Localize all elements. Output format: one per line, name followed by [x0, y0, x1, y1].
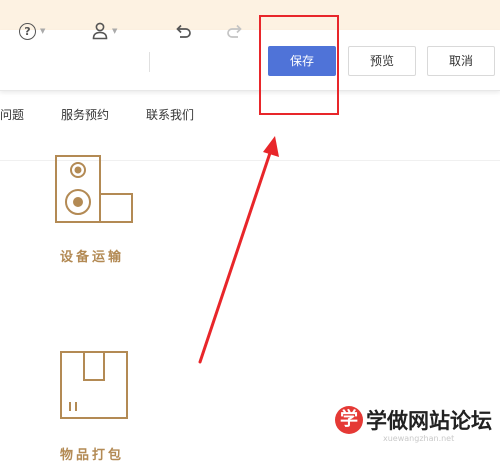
watermark: 学 学做网站论坛: [335, 402, 492, 438]
annotation-arrow: [198, 136, 279, 364]
watermark-text: 学做网站论坛: [366, 409, 492, 433]
watermark-url: xuewangzhan.net: [383, 434, 455, 443]
watermark-badge: 学: [335, 406, 363, 434]
